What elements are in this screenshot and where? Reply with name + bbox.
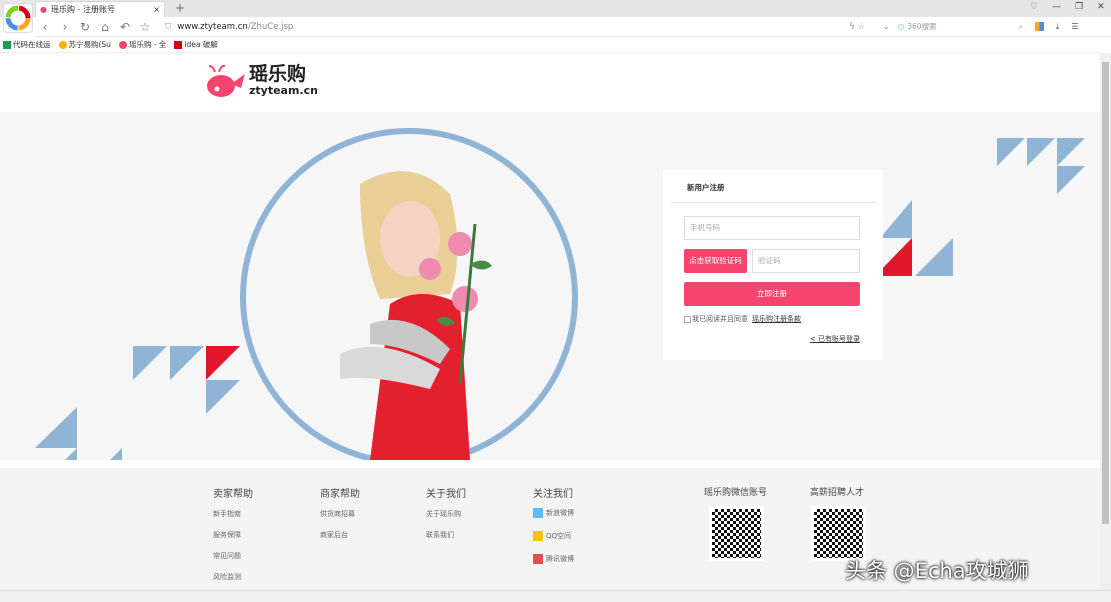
tab-bar xyxy=(0,0,1111,17)
footer-heading: 商家帮助 xyxy=(320,485,360,500)
url-field[interactable]: ⛉ www.ztyteam.cn/ZhuCe.jsp ϟ ☆ xyxy=(165,22,865,32)
wechat-qr-code xyxy=(709,506,764,561)
chevron-down-icon[interactable]: ⌄ xyxy=(883,22,890,31)
bolt-icon[interactable]: ϟ ☆ xyxy=(849,22,865,32)
footer-link[interactable]: 供货商招募 xyxy=(320,509,355,519)
forward-icon[interactable]: › xyxy=(55,20,75,34)
site-logo[interactable]: 瑶乐购 ztyteam.cn xyxy=(205,62,318,98)
model-photo xyxy=(300,164,560,460)
jobs-qr-code xyxy=(811,506,866,561)
register-card: 新用户注册 手机号码 点击获取验证码 验证码 立即注册 我已阅读并且同意 瑶乐购… xyxy=(663,170,883,360)
bookmark-item[interactable]: idea 破解 xyxy=(174,39,217,50)
bookmark-label: idea 破解 xyxy=(184,39,217,50)
skin-icon[interactable]: ♡ xyxy=(1030,2,1038,12)
close-tab-icon[interactable]: × xyxy=(153,5,160,14)
search-placeholder: 360搜索 xyxy=(907,21,936,32)
divider xyxy=(671,202,876,203)
footer-link[interactable]: 新手指南 xyxy=(213,509,241,519)
back-icon[interactable]: ‹ xyxy=(35,20,55,34)
login-link[interactable]: < 已有账号登录 xyxy=(810,334,860,344)
qzone-link[interactable]: QQ空间 xyxy=(533,531,571,541)
footer-heading: 卖家帮助 xyxy=(213,485,253,500)
url-path: /ZhuCe.jsp xyxy=(248,22,294,32)
bookmark-icon xyxy=(3,41,11,49)
tab-active[interactable]: ● 瑶乐购 - 注册账号 × xyxy=(35,1,165,17)
agree-checkbox[interactable] xyxy=(684,316,691,323)
footer-link-label: 新浪微博 xyxy=(546,508,574,518)
scrollbar-thumb[interactable] xyxy=(1102,62,1109,524)
footer-heading: 关于我们 xyxy=(426,485,466,500)
bookmark-item[interactable]: 代码在线运 xyxy=(3,39,51,50)
get-code-button[interactable]: 点击获取验证码 xyxy=(684,249,747,273)
url-domain: www.ztyteam.cn xyxy=(177,22,247,32)
wechat-heading: 瑶乐购微信账号 xyxy=(704,485,767,498)
qzone-icon xyxy=(533,531,543,541)
logo-text-cn: 瑶乐购 xyxy=(249,64,318,84)
search-icon[interactable]: ⌕ xyxy=(1019,22,1023,32)
bookmark-item[interactable]: 苏宁易购(Su xyxy=(59,39,111,50)
footer-heading: 关注我们 xyxy=(533,485,573,500)
whale-icon: ● xyxy=(40,5,47,14)
watermark: 头条 @Echa攻城狮 xyxy=(845,555,1029,585)
footer-link-label: 腾讯微博 xyxy=(546,554,574,564)
tencent-weibo-link[interactable]: 腾讯微博 xyxy=(533,554,574,564)
apps-icon[interactable] xyxy=(1035,22,1044,31)
hero-banner xyxy=(0,112,1100,460)
tab-title: 瑶乐购 - 注册账号 xyxy=(51,4,153,15)
maximize-button[interactable]: ❐ xyxy=(1075,2,1083,12)
footer-link[interactable]: 商家后台 xyxy=(320,530,348,540)
footer-link[interactable]: 联系我们 xyxy=(426,530,454,540)
whale-logo-icon xyxy=(205,62,247,98)
agree-text: 我已阅读并且同意 xyxy=(692,314,748,324)
jobs-heading: 高薪招聘人才 xyxy=(810,485,864,498)
footer-link[interactable]: 风险监测 xyxy=(213,572,241,582)
bookmark-label: 苏宁易购(Su xyxy=(69,39,111,50)
undo-icon[interactable]: ↶ xyxy=(115,20,135,34)
new-tab-button[interactable]: + xyxy=(175,1,185,15)
reload-icon[interactable]: ↻ xyxy=(75,20,95,34)
address-toolbar: ‹ › ↻ ⌂ ↶ ☆ ⛉ www.ztyteam.cn/ZhuCe.jsp ϟ… xyxy=(35,17,1111,37)
form-title: 新用户注册 xyxy=(687,182,725,193)
bookmarks-bar: 代码在线运 苏宁易购(Su 瑶乐购 - 全 idea 破解 xyxy=(0,37,1100,53)
search-logo-icon: ○ xyxy=(898,22,905,31)
status-bar xyxy=(0,590,1111,602)
bookmark-icon xyxy=(119,41,127,49)
browser-logo-icon[interactable] xyxy=(3,3,33,33)
weibo-link[interactable]: 新浪微博 xyxy=(533,508,574,518)
bookmark-item[interactable]: 瑶乐购 - 全 xyxy=(119,39,166,50)
weibo-icon xyxy=(533,508,543,518)
footer-link[interactable]: 常见问题 xyxy=(213,551,241,561)
footer-link-label: QQ空间 xyxy=(546,531,571,541)
download-icon[interactable]: ⤓ xyxy=(1056,22,1060,32)
menu-icon[interactable]: ☰ xyxy=(1071,22,1078,31)
bookmark-icon xyxy=(174,41,182,49)
bookmark-label: 代码在线运 xyxy=(13,39,51,50)
phone-input[interactable]: 手机号码 xyxy=(684,216,860,240)
shield-icon: ⛉ xyxy=(165,22,171,32)
close-window-button[interactable]: ✕ xyxy=(1097,2,1105,12)
logo-text-en: ztyteam.cn xyxy=(249,84,318,97)
star-icon[interactable]: ☆ xyxy=(135,20,155,34)
minimize-button[interactable]: — xyxy=(1052,2,1061,12)
bookmark-icon xyxy=(59,41,67,49)
code-input[interactable]: 验证码 xyxy=(752,249,860,273)
terms-link[interactable]: 瑶乐购注册条款 xyxy=(752,314,801,324)
home-icon[interactable]: ⌂ xyxy=(95,20,115,34)
footer-link[interactable]: 关于瑶乐购 xyxy=(426,509,461,519)
footer-link[interactable]: 服务保障 xyxy=(213,530,241,540)
bookmark-label: 瑶乐购 - 全 xyxy=(129,39,166,50)
register-button[interactable]: 立即注册 xyxy=(684,282,860,306)
tencent-weibo-icon xyxy=(533,554,543,564)
search-input[interactable]: ○ 360搜索 ⌕ xyxy=(898,21,1023,32)
